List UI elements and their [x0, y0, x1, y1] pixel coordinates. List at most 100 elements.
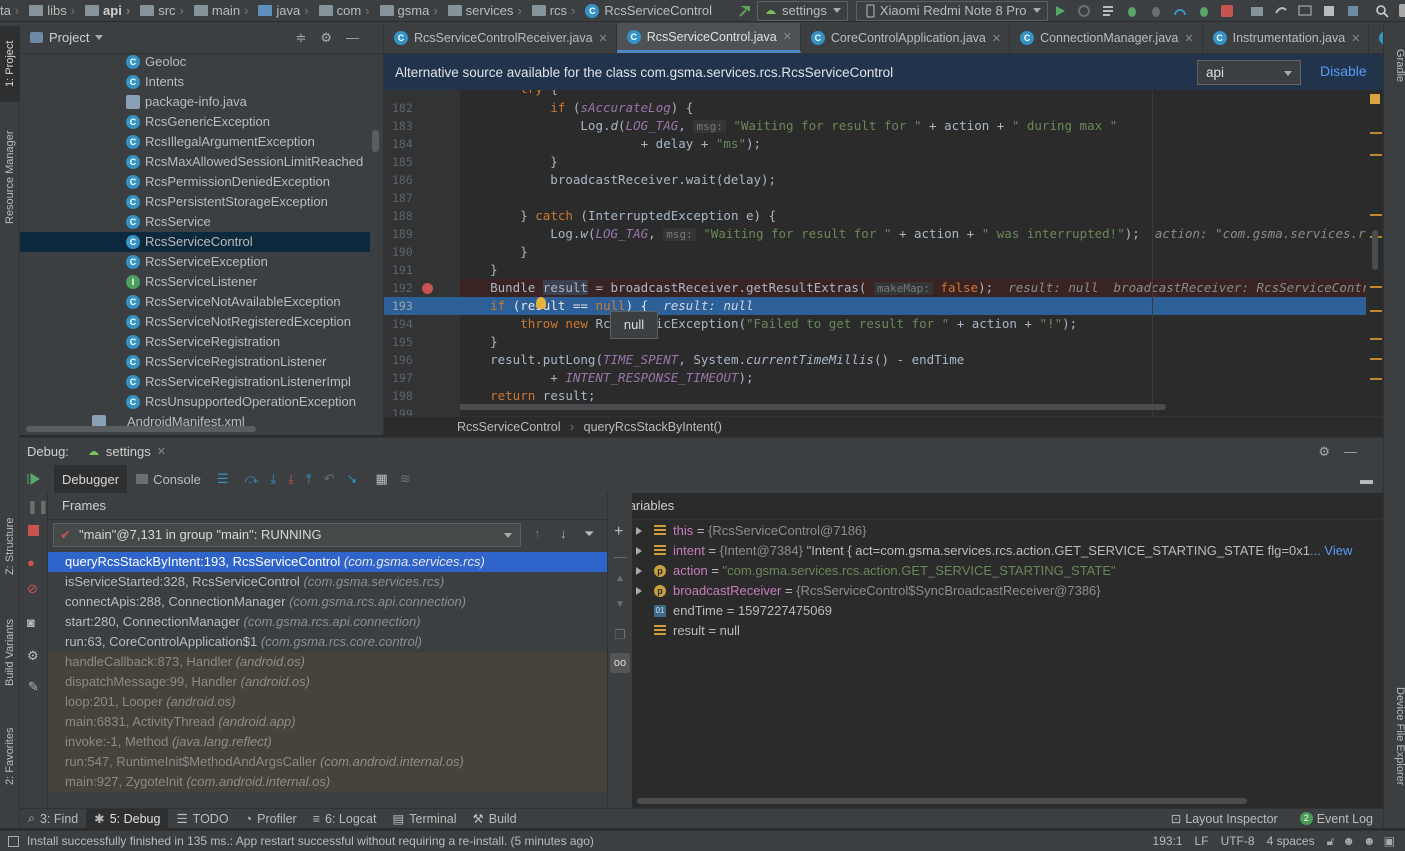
expand-arrow-icon[interactable] [636, 547, 642, 555]
show-execution-point-icon[interactable]: ☰ [217, 471, 229, 487]
breadcrumb-item[interactable]: ta › [0, 3, 19, 18]
variable-row[interactable]: intent = {Intent@7384} "Intent { act=com… [632, 541, 1383, 561]
project-tree-item[interactable]: C RcsIllegalArgumentException [20, 132, 370, 152]
sync-gradle-icon[interactable] [1274, 4, 1288, 18]
stack-frame[interactable]: isServiceStarted:328, RcsServiceControl … [48, 572, 607, 592]
trace-icon[interactable]: ≋ [400, 471, 411, 487]
breadcrumb-item[interactable]: com › [313, 3, 370, 18]
settings-gear-icon[interactable]: ⚙ [1318, 444, 1344, 459]
line-number[interactable]: 195 [384, 333, 460, 351]
run-config-select[interactable]: settings [757, 0, 848, 21]
project-tree-item[interactable]: C RcsServiceRegistrationListenerImpl [20, 372, 370, 392]
project-tree-item[interactable]: C RcsServiceNotAvailableException [20, 292, 370, 312]
warning-indicator-icon[interactable] [1370, 94, 1380, 104]
expand-arrow-icon[interactable] [636, 567, 642, 575]
line-number[interactable]: 186 [384, 171, 460, 189]
variable-row[interactable]: p action = "com.gsma.services.rcs.action.… [632, 561, 1383, 581]
move-down-icon[interactable]: ▼ [615, 599, 625, 610]
project-tree-item[interactable]: C RcsServiceRegistration [20, 332, 370, 352]
breadcrumb-item[interactable]: gsma › [374, 3, 438, 18]
step-out-icon[interactable]: ⤒ [306, 471, 312, 487]
project-tree-item[interactable]: I RcsServiceListener [20, 272, 370, 292]
project-tree-item[interactable]: package-info.java [20, 92, 370, 112]
close-tab-icon[interactable]: ✕ [992, 32, 1001, 45]
memory-icon[interactable]: ▣ [1384, 834, 1395, 848]
close-session-icon[interactable]: ✕ [157, 445, 166, 458]
bottom-tab[interactable]: ▤ Terminal [384, 809, 464, 829]
debug-bug-icon[interactable] [1125, 4, 1139, 18]
project-tree-item[interactable]: C RcsUnsupportedOperationException [20, 392, 370, 412]
step-into-icon[interactable]: ⤓ [270, 471, 276, 487]
variables-horizontal-scrollbar[interactable] [637, 798, 1247, 804]
line-number[interactable]: 197 [384, 369, 460, 387]
build-hammer-icon[interactable] [738, 4, 752, 18]
attach-process-icon[interactable] [1197, 4, 1211, 18]
line-number[interactable]: 187 [384, 189, 460, 207]
stack-frame[interactable]: handleCallback:873, Handler (android.os) [48, 652, 607, 672]
bottom-tab[interactable]: ◔ Profiler [237, 809, 305, 829]
editor-tab[interactable]: C ConnectionManager.java ✕ [1010, 23, 1203, 53]
device-file-explorer-tool-tab[interactable]: Device File Explorer [1384, 676, 1405, 796]
project-view-select[interactable]: Project [49, 30, 89, 45]
feedback-face-icon[interactable]: ☻ [1363, 834, 1376, 848]
variable-row[interactable]: 01 endTime = 1597227475069 [632, 601, 1383, 621]
code-breadcrumb-method[interactable]: queryRcsStackByIntent() [584, 420, 722, 434]
breadcrumb-item[interactable]: libs › [23, 3, 75, 18]
layout-options-icon[interactable]: ▬ [1360, 472, 1373, 487]
drop-frame-icon[interactable]: ↶ [324, 471, 335, 487]
variable-row[interactable]: this = {RcsServiceControl@7186} [632, 521, 1383, 541]
line-number[interactable]: 188 [384, 207, 460, 225]
intention-bulb-icon[interactable] [536, 297, 546, 309]
line-number[interactable]: 182 [384, 99, 460, 117]
previous-frame-icon[interactable]: ↑ [534, 526, 541, 541]
stack-frame[interactable]: queryRcsStackByIntent:193, RcsServiceCon… [48, 552, 607, 572]
editor-tab[interactable]: C RcsServiceControl.java ✕ [616, 23, 801, 53]
editor-vertical-scrollbar[interactable] [1372, 230, 1378, 270]
line-separator[interactable]: LF [1195, 834, 1209, 848]
line-number[interactable]: 183 [384, 117, 460, 135]
stack-frame[interactable]: dispatchMessage:99, Handler (android.os) [48, 672, 607, 692]
project-tree-item[interactable]: C RcsPersistentStorageException [20, 192, 370, 212]
remove-watch-icon[interactable]: — [614, 549, 627, 564]
line-number[interactable]: 189 [384, 225, 460, 243]
bottom-tab[interactable]: ✱ 5: Debug [86, 808, 169, 829]
step-over-icon[interactable]: ⤼ [244, 471, 258, 487]
breadcrumb-item[interactable]: main › [188, 3, 248, 18]
attach-debugger-icon[interactable] [1149, 4, 1163, 18]
file-encoding[interactable]: UTF-8 [1221, 834, 1255, 848]
sdk-manager-icon[interactable] [1322, 4, 1336, 18]
settings-gear-icon[interactable]: ⚙ [320, 30, 346, 45]
editor-tab[interactable]: C CoreControlApplication.java ✕ [801, 23, 1011, 53]
project-scrollbar[interactable] [372, 130, 379, 152]
breadcrumb-item[interactable]: src › [134, 3, 184, 18]
bottom-tab[interactable]: ⚒ Build [465, 809, 525, 829]
filter-icon[interactable]: ⏷ [584, 526, 594, 542]
editor-error-stripe[interactable] [1366, 90, 1383, 416]
lock-icon[interactable]: 🔓︎ [1327, 834, 1335, 849]
editor-tab[interactable]: C RcsServiceControlReceiver.java ✕ [384, 23, 617, 53]
resource-manager-tool-tab[interactable]: Resource Manager [0, 118, 20, 236]
debug-session-tab[interactable]: settings ✕ [87, 444, 166, 459]
cursor-position[interactable]: 193:1 [1153, 834, 1183, 848]
bottom-tab[interactable]: ⌕ 3: Find [20, 809, 86, 829]
account-avatar-icon[interactable] [1398, 4, 1405, 17]
project-tree-item[interactable]: C RcsServiceException [20, 252, 370, 272]
layout-inspector-tab[interactable]: ⊡ Layout Inspector [1171, 811, 1278, 827]
evaluate-expression-icon[interactable]: ▦ [375, 471, 387, 487]
line-number[interactable]: 185 [384, 153, 460, 171]
stop-debug-icon[interactable] [28, 525, 39, 536]
line-number[interactable]: 191 [384, 261, 460, 279]
add-watch-icon[interactable]: + [614, 523, 623, 541]
breadcrumb-item[interactable]: api › [79, 3, 130, 18]
gradle-tool-tab[interactable]: Gradle [1384, 36, 1405, 96]
project-tree-item[interactable]: C RcsServiceControl [20, 232, 370, 252]
run-to-cursor-icon[interactable]: ↘ [347, 471, 358, 487]
editor-horizontal-scrollbar[interactable] [460, 404, 1166, 410]
next-frame-icon[interactable]: ↓ [560, 526, 567, 541]
stop-icon[interactable] [1220, 4, 1233, 17]
apply-changes-icon[interactable] [1077, 4, 1091, 18]
avd-manager-icon[interactable] [1298, 4, 1312, 18]
indent-setting[interactable]: 4 spaces [1267, 834, 1315, 848]
expand-arrow-icon[interactable] [636, 527, 642, 535]
plugin-icon[interactable] [1346, 4, 1360, 18]
